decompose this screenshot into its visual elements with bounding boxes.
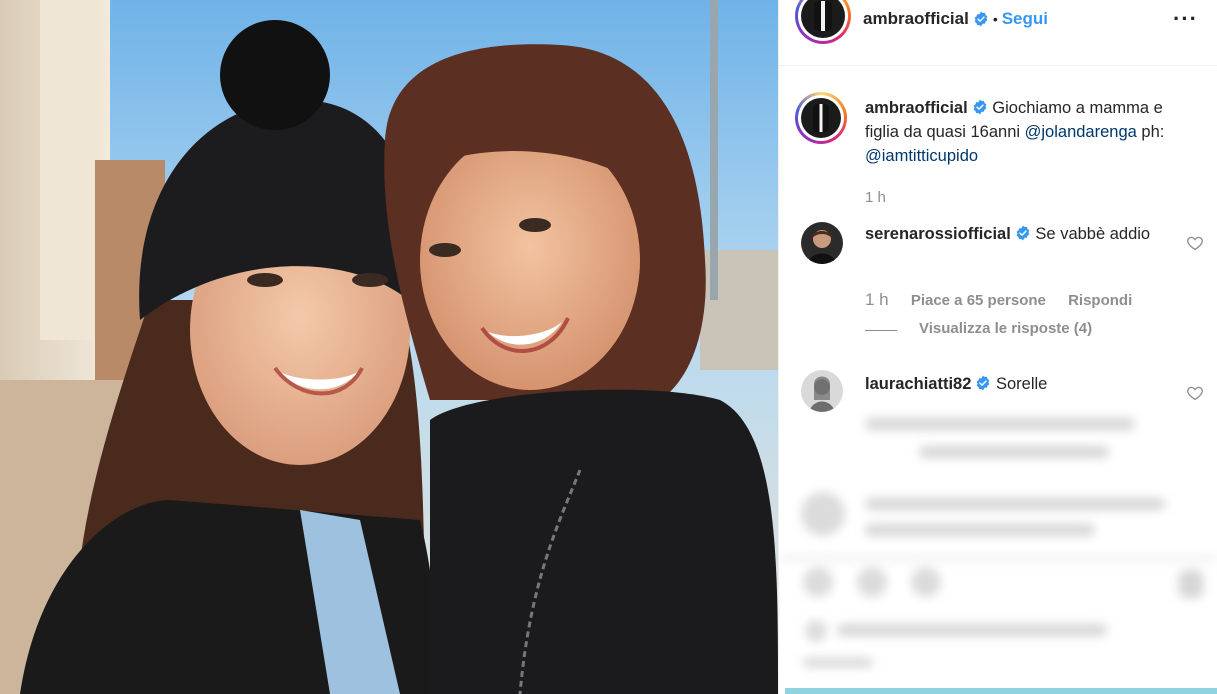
heart-icon[interactable] bbox=[1186, 384, 1204, 402]
replies-divider bbox=[865, 330, 897, 331]
caption-meta: 1 h bbox=[865, 189, 904, 206]
post-header-title: ambraofficial • Segui bbox=[863, 9, 1048, 29]
commenter-avatar[interactable] bbox=[801, 222, 843, 264]
verified-badge-icon bbox=[974, 11, 988, 27]
more-options-icon[interactable]: ··· bbox=[1173, 6, 1198, 32]
author-username[interactable]: ambraofficial bbox=[863, 9, 969, 29]
likes-count[interactable]: Piace a 65 persone bbox=[911, 292, 1046, 309]
verified-badge-icon bbox=[973, 99, 987, 115]
comment-message: Sorelle bbox=[995, 375, 1048, 393]
comment-text: serenarossiofficial Se vabbè addio bbox=[865, 222, 1195, 246]
comment-text: laurachiatti82 Sorelle bbox=[865, 372, 1195, 396]
post-header: ambraofficial • Segui ··· bbox=[779, 0, 1217, 66]
verified-badge-icon bbox=[1016, 225, 1030, 241]
separator-dot: • bbox=[992, 11, 998, 27]
commenter-username[interactable]: laurachiatti82 bbox=[865, 375, 971, 393]
commenter-username[interactable]: serenarossiofficial bbox=[865, 225, 1011, 243]
caption-message-2: ph: bbox=[1141, 123, 1165, 141]
mention-link[interactable]: @iamtitticupido bbox=[865, 147, 978, 165]
comment-message: Se vabbè addio bbox=[1035, 225, 1151, 243]
commenter-avatar[interactable] bbox=[801, 370, 843, 412]
caption-time[interactable]: 1 h bbox=[865, 189, 886, 206]
caption-text: ambraofficial Giochiamo a mamma e figlia… bbox=[865, 96, 1195, 168]
follow-button[interactable]: Segui bbox=[1002, 9, 1048, 29]
post-sidebar: ambraofficial • Segui ··· ambraofficial … bbox=[778, 0, 1217, 694]
photo-illustration bbox=[0, 0, 778, 694]
caption-avatar[interactable] bbox=[795, 92, 847, 144]
comment-time[interactable]: 1 h bbox=[865, 290, 889, 309]
caption-username[interactable]: ambraofficial bbox=[865, 99, 968, 117]
comment-meta: 1 h Piace a 65 persone Rispondi bbox=[865, 290, 1150, 310]
view-replies-label[interactable]: Visualizza le risposte (4) bbox=[919, 320, 1092, 337]
view-replies[interactable]: Visualizza le risposte (4) bbox=[919, 320, 1110, 337]
heart-icon[interactable] bbox=[1186, 234, 1204, 252]
reply-button[interactable]: Rispondi bbox=[1068, 292, 1132, 309]
post-photo[interactable] bbox=[0, 0, 778, 694]
author-avatar[interactable] bbox=[795, 0, 851, 44]
mention-link[interactable]: @jolandarenga bbox=[1025, 123, 1137, 141]
bottom-accent-bar bbox=[785, 688, 1217, 694]
blurred-content bbox=[779, 412, 1217, 694]
verified-badge-icon bbox=[977, 375, 990, 391]
